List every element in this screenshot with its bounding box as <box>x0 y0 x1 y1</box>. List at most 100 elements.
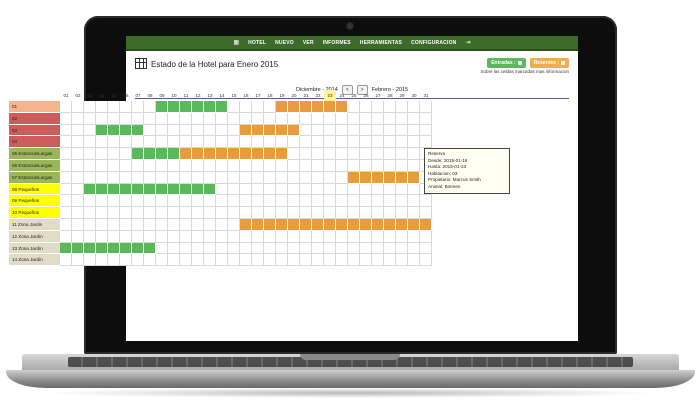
booked-cell[interactable] <box>264 218 276 231</box>
empty-cell[interactable] <box>288 254 300 267</box>
empty-cell[interactable] <box>144 254 156 267</box>
empty-cell[interactable] <box>300 136 312 149</box>
booked-cell[interactable] <box>144 242 156 255</box>
empty-cell[interactable] <box>204 230 216 243</box>
empty-cell[interactable] <box>120 218 132 231</box>
booked-cell[interactable] <box>156 148 168 160</box>
booked-cell[interactable] <box>108 242 120 255</box>
empty-cell[interactable] <box>384 159 396 172</box>
empty-cell[interactable] <box>300 112 312 125</box>
booked-cell[interactable] <box>156 183 168 196</box>
empty-cell[interactable] <box>336 242 348 255</box>
empty-cell[interactable] <box>72 112 84 125</box>
empty-cell[interactable] <box>72 230 84 243</box>
empty-cell[interactable] <box>276 195 288 208</box>
empty-cell[interactable] <box>264 195 276 208</box>
booked-cell[interactable] <box>252 218 264 231</box>
empty-cell[interactable] <box>408 207 420 219</box>
empty-cell[interactable] <box>120 230 132 243</box>
empty-cell[interactable] <box>120 101 132 113</box>
empty-cell[interactable] <box>324 136 336 149</box>
empty-cell[interactable] <box>336 124 348 137</box>
empty-cell[interactable] <box>132 101 144 113</box>
empty-cell[interactable] <box>156 195 168 208</box>
empty-cell[interactable] <box>168 136 180 149</box>
nav-configuracion[interactable]: CONFIGURACION <box>411 40 456 46</box>
empty-cell[interactable] <box>168 230 180 243</box>
booked-cell[interactable] <box>288 218 300 231</box>
empty-cell[interactable] <box>156 218 168 231</box>
booked-cell[interactable] <box>204 148 216 160</box>
empty-cell[interactable] <box>120 136 132 149</box>
empty-cell[interactable] <box>288 195 300 208</box>
empty-cell[interactable] <box>108 218 120 231</box>
empty-cell[interactable] <box>324 254 336 267</box>
empty-cell[interactable] <box>192 254 204 267</box>
empty-cell[interactable] <box>372 136 384 149</box>
empty-cell[interactable] <box>396 136 408 149</box>
empty-cell[interactable] <box>348 195 360 208</box>
booked-cell[interactable] <box>96 183 108 196</box>
logout-icon[interactable]: ⇥ <box>465 39 470 46</box>
empty-cell[interactable] <box>108 230 120 243</box>
booked-cell[interactable] <box>192 148 204 160</box>
empty-cell[interactable] <box>216 230 228 243</box>
empty-cell[interactable] <box>132 207 144 219</box>
empty-cell[interactable] <box>108 195 120 208</box>
empty-cell[interactable] <box>96 207 108 219</box>
empty-cell[interactable] <box>180 254 192 267</box>
empty-cell[interactable] <box>216 136 228 149</box>
empty-cell[interactable] <box>300 159 312 172</box>
booked-cell[interactable] <box>60 242 72 255</box>
empty-cell[interactable] <box>408 148 420 160</box>
empty-cell[interactable] <box>120 195 132 208</box>
empty-cell[interactable] <box>312 230 324 243</box>
empty-cell[interactable] <box>84 148 96 160</box>
empty-cell[interactable] <box>312 171 324 184</box>
empty-cell[interactable] <box>96 136 108 149</box>
empty-cell[interactable] <box>240 171 252 184</box>
empty-cell[interactable] <box>360 195 372 208</box>
empty-cell[interactable] <box>336 207 348 219</box>
empty-cell[interactable] <box>228 218 240 231</box>
empty-cell[interactable] <box>156 124 168 137</box>
empty-cell[interactable] <box>360 183 372 196</box>
empty-cell[interactable] <box>336 171 348 184</box>
empty-cell[interactable] <box>384 207 396 219</box>
empty-cell[interactable] <box>240 101 252 113</box>
empty-cell[interactable] <box>144 101 156 113</box>
room-label[interactable]: 05 EstanciasLargas <box>9 148 60 160</box>
empty-cell[interactable] <box>84 159 96 172</box>
empty-cell[interactable] <box>324 183 336 196</box>
empty-cell[interactable] <box>288 159 300 172</box>
empty-cell[interactable] <box>408 254 420 267</box>
empty-cell[interactable] <box>228 183 240 196</box>
empty-cell[interactable] <box>108 136 120 149</box>
empty-cell[interactable] <box>216 124 228 137</box>
empty-cell[interactable] <box>72 207 84 219</box>
booked-cell[interactable] <box>372 218 384 231</box>
booked-cell[interactable] <box>240 148 252 160</box>
empty-cell[interactable] <box>324 159 336 172</box>
empty-cell[interactable] <box>276 254 288 267</box>
empty-cell[interactable] <box>336 148 348 160</box>
empty-cell[interactable] <box>312 124 324 137</box>
empty-cell[interactable] <box>120 207 132 219</box>
booked-cell[interactable] <box>84 242 96 255</box>
empty-cell[interactable] <box>144 159 156 172</box>
booked-cell[interactable] <box>84 183 96 196</box>
booked-cell[interactable] <box>168 183 180 196</box>
empty-cell[interactable] <box>312 159 324 172</box>
empty-cell[interactable] <box>228 230 240 243</box>
empty-cell[interactable] <box>276 159 288 172</box>
empty-cell[interactable] <box>192 124 204 137</box>
empty-cell[interactable] <box>132 171 144 184</box>
empty-cell[interactable] <box>348 148 360 160</box>
booked-cell[interactable] <box>108 124 120 137</box>
empty-cell[interactable] <box>252 254 264 267</box>
empty-cell[interactable] <box>192 207 204 219</box>
empty-cell[interactable] <box>288 112 300 125</box>
empty-cell[interactable] <box>288 148 300 160</box>
booked-cell[interactable] <box>336 101 348 113</box>
empty-cell[interactable] <box>120 112 132 125</box>
